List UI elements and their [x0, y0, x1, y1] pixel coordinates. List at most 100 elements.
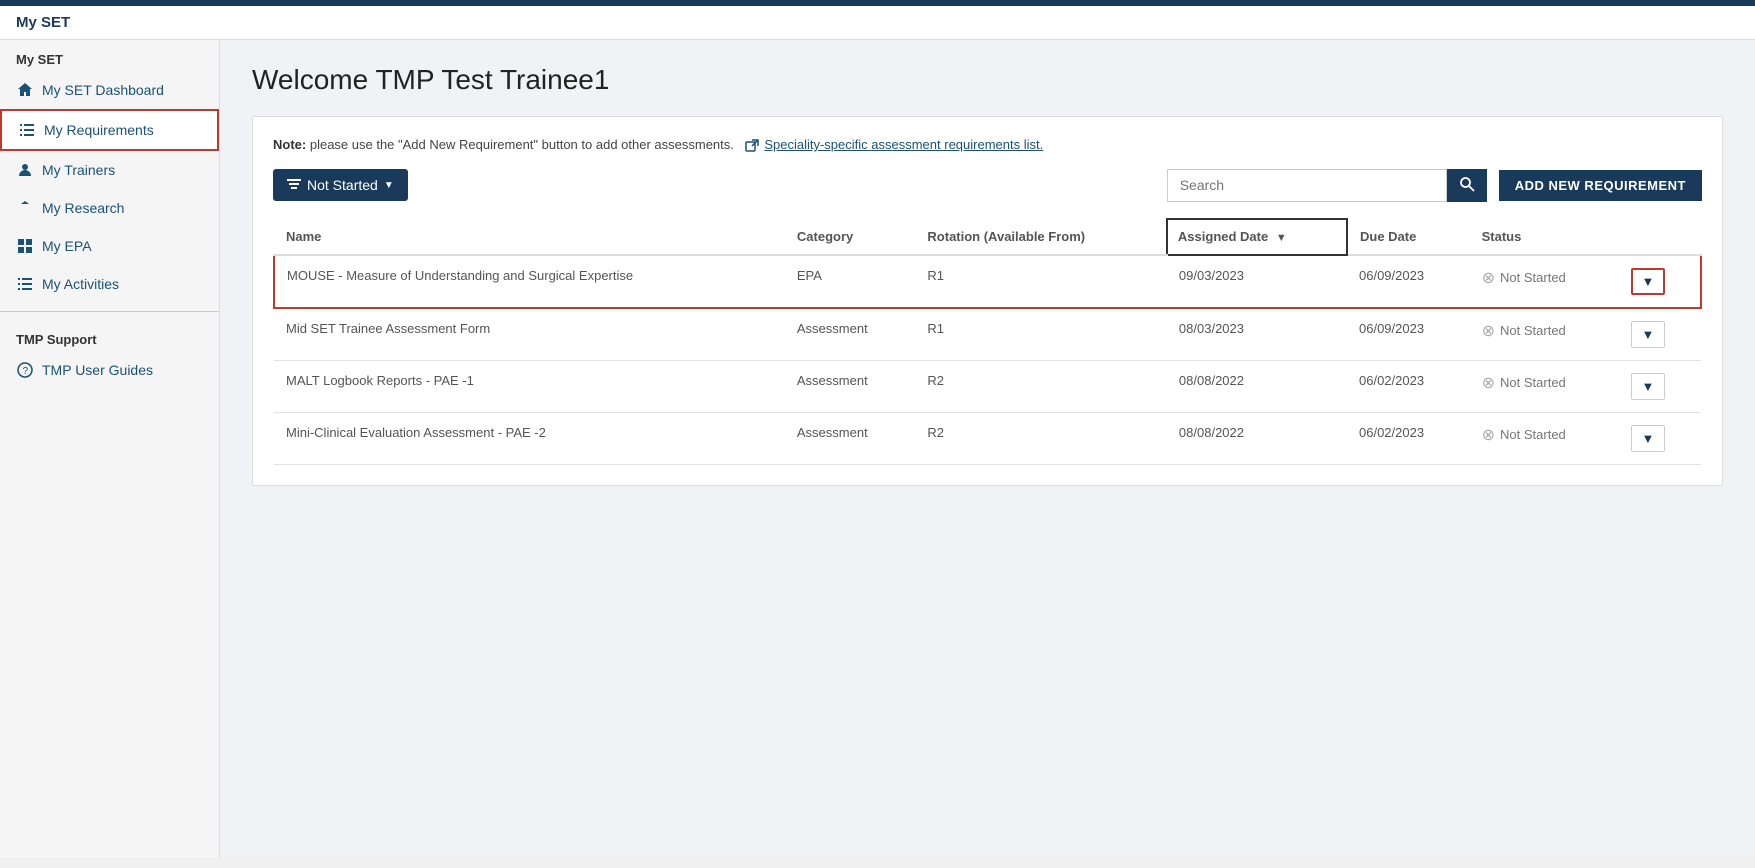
sidebar-section-2: TMP Support: [0, 320, 219, 351]
activities-icon: [16, 275, 34, 293]
content-card: Note: please use the "Add New Requiremen…: [252, 116, 1723, 486]
col-due-date: Due Date: [1347, 219, 1470, 255]
col-category: Category: [785, 219, 916, 255]
cell-category: Assessment: [785, 360, 916, 412]
cell-due-date: 06/09/2023: [1347, 308, 1470, 361]
cell-status: ⊗ Not Started: [1470, 360, 1619, 412]
cell-assigned-date: 08/03/2023: [1167, 308, 1347, 361]
cell-status: ⊗ Not Started: [1470, 412, 1619, 464]
filter-label: Not Started: [307, 177, 378, 193]
cell-status: ⊗ Not Started: [1470, 308, 1619, 361]
col-name: Name: [274, 219, 785, 255]
sidebar-item-user-guides-label: TMP User Guides: [42, 362, 153, 378]
cell-category: Assessment: [785, 412, 916, 464]
caret-icon: ▼: [384, 180, 394, 191]
col-rotation: Rotation (Available From): [915, 219, 1167, 255]
status-label: Not Started: [1500, 427, 1566, 442]
list-icon: [18, 121, 36, 139]
sidebar-item-epa-label: My EPA: [42, 238, 92, 254]
requirements-table: Name Category Rotation (Available From) …: [273, 218, 1702, 465]
table-row: Mid SET Trainee Assessment Form Assessme…: [274, 308, 1701, 361]
filter-not-started-button[interactable]: Not Started ▼: [273, 169, 408, 201]
sidebar-item-activities-label: My Activities: [42, 276, 119, 292]
cell-rotation: R2: [915, 412, 1167, 464]
sidebar-item-activities[interactable]: My Activities: [0, 265, 219, 303]
sidebar-item-epa[interactable]: My EPA: [0, 227, 219, 265]
note-text: please use the "Add New Requirement" but…: [310, 137, 734, 152]
main-content: Welcome TMP Test Trainee1 Note: please u…: [220, 40, 1755, 858]
status-label: Not Started: [1500, 323, 1566, 338]
cell-action: ▼: [1619, 308, 1701, 361]
app-header: My SET: [0, 6, 1755, 40]
cell-rotation: R1: [915, 308, 1167, 361]
sidebar-item-trainers[interactable]: My Trainers: [0, 151, 219, 189]
search-button[interactable]: [1447, 169, 1487, 202]
cell-name: Mid SET Trainee Assessment Form: [274, 308, 785, 361]
sidebar-item-dashboard-label: My SET Dashboard: [42, 82, 164, 98]
sidebar-item-user-guides[interactable]: ? TMP User Guides: [0, 351, 219, 389]
row-action-button-3[interactable]: ▼: [1631, 373, 1666, 400]
grid-icon: [16, 237, 34, 255]
cell-name: MALT Logbook Reports - PAE -1: [274, 360, 785, 412]
cell-category: Assessment: [785, 308, 916, 361]
cell-assigned-date: 08/08/2022: [1167, 412, 1347, 464]
search-group: [1167, 169, 1487, 202]
table-row: MALT Logbook Reports - PAE -1 Assessment…: [274, 360, 1701, 412]
cell-due-date: 06/02/2023: [1347, 412, 1470, 464]
upload-icon: [16, 199, 34, 217]
search-input[interactable]: [1167, 169, 1447, 202]
sidebar-item-trainers-label: My Trainers: [42, 162, 115, 178]
cell-due-date: 06/09/2023: [1347, 255, 1470, 308]
toolbar: Not Started ▼ ADD NEW REQUIREMENT: [273, 169, 1702, 202]
row-action-button-4[interactable]: ▼: [1631, 425, 1666, 452]
user-icon: [16, 161, 34, 179]
sidebar-item-dashboard[interactable]: My SET Dashboard: [0, 71, 219, 109]
cell-status: ⊗ Not Started: [1470, 255, 1619, 308]
col-status: Status: [1470, 219, 1619, 255]
brand-label: My SET: [16, 14, 70, 31]
external-link-icon: [745, 139, 759, 153]
status-label: Not Started: [1500, 375, 1566, 390]
cell-rotation: R1: [915, 255, 1167, 308]
home-icon: [16, 81, 34, 99]
cell-name: MOUSE - Measure of Understanding and Sur…: [274, 255, 785, 308]
status-x-icon: ⊗: [1482, 373, 1495, 393]
filter-list-icon: [287, 178, 301, 192]
svg-text:?: ?: [23, 366, 29, 377]
sidebar-item-research[interactable]: My Research: [0, 189, 219, 227]
status-label: Not Started: [1500, 270, 1566, 285]
cell-name: Mini-Clinical Evaluation Assessment - PA…: [274, 412, 785, 464]
table-row: MOUSE - Measure of Understanding and Sur…: [274, 255, 1701, 308]
table-row: Mini-Clinical Evaluation Assessment - PA…: [274, 412, 1701, 464]
table-body: MOUSE - Measure of Understanding and Sur…: [274, 255, 1701, 465]
sidebar: My SET My SET Dashboard My Requirements …: [0, 40, 220, 858]
sidebar-divider: [0, 311, 219, 312]
status-x-icon: ⊗: [1482, 321, 1495, 341]
row-action-button-2[interactable]: ▼: [1631, 321, 1666, 348]
sidebar-item-requirements[interactable]: My Requirements: [0, 109, 219, 151]
cell-assigned-date: 09/03/2023: [1167, 255, 1347, 308]
cell-category: EPA: [785, 255, 916, 308]
sidebar-item-research-label: My Research: [42, 200, 124, 216]
cell-assigned-date: 08/08/2022: [1167, 360, 1347, 412]
table-header: Name Category Rotation (Available From) …: [274, 219, 1701, 255]
sidebar-item-requirements-label: My Requirements: [44, 122, 154, 138]
col-action: [1619, 219, 1701, 255]
note-bar: Note: please use the "Add New Requiremen…: [273, 137, 1702, 153]
status-x-icon: ⊗: [1482, 268, 1495, 288]
cell-rotation: R2: [915, 360, 1167, 412]
col-assigned-date[interactable]: Assigned Date ▼: [1167, 219, 1347, 255]
row-action-button-1[interactable]: ▼: [1631, 268, 1666, 295]
question-icon: ?: [16, 361, 34, 379]
cell-action: ▼: [1619, 412, 1701, 464]
cell-due-date: 06/02/2023: [1347, 360, 1470, 412]
page-title: Welcome TMP Test Trainee1: [252, 64, 1723, 96]
sidebar-section-1: My SET: [0, 40, 219, 71]
note-link[interactable]: Speciality-specific assessment requireme…: [764, 137, 1043, 152]
add-new-requirement-button[interactable]: ADD NEW REQUIREMENT: [1499, 170, 1702, 201]
sort-icon: ▼: [1276, 232, 1287, 244]
cell-action: ▼: [1619, 255, 1701, 308]
status-x-icon: ⊗: [1482, 425, 1495, 445]
note-prefix: Note:: [273, 137, 306, 152]
search-icon: [1459, 176, 1475, 192]
